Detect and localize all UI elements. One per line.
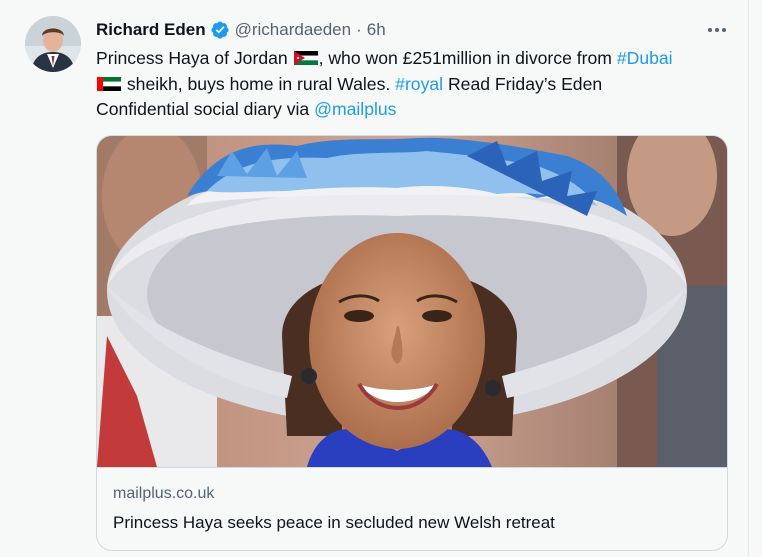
tweet-text: Princess Haya of Jordan , who won £251mi…: [96, 46, 736, 123]
card-title[interactable]: Princess Haya seeks peace in secluded ne…: [113, 513, 555, 533]
tweet-line-2: sheikh, buys home in rural Wales. #royal…: [96, 72, 736, 98]
uae-flag-icon: [97, 73, 121, 91]
tweet-line-3: Confidential social diary via @mailplus: [96, 97, 736, 123]
verified-badge-icon: [210, 20, 230, 40]
card-image: [97, 136, 727, 467]
tweet-text-segment: , who won £251million in divorce from: [318, 48, 617, 68]
more-options-icon[interactable]: [700, 20, 734, 40]
hashtag-dubai-link[interactable]: #Dubai: [617, 48, 673, 68]
card-divider: [97, 467, 727, 468]
tweet-text-segment: Confidential social diary via: [96, 99, 315, 119]
tweet-header: Richard Eden @richardaeden · 6h: [96, 18, 386, 42]
author-avatar[interactable]: [25, 16, 81, 72]
timeline-border: [748, 0, 749, 557]
tweet-text-segment: sheikh, buys home in rural Wales.: [122, 73, 396, 94]
avatar-photo: [25, 16, 81, 72]
mention-mailplus-link[interactable]: @mailplus: [314, 99, 396, 119]
tweet-text-segment: Read Friday’s Eden: [443, 73, 603, 94]
link-preview-card[interactable]: mailplus.co.uk Princess Haya seeks peace…: [96, 135, 728, 551]
card-domain: mailplus.co.uk: [113, 485, 215, 502]
author-name[interactable]: Richard Eden: [96, 20, 206, 40]
tweet-text-segment: Princess Haya of Jordan: [96, 48, 293, 68]
author-handle[interactable]: @richardaeden: [235, 20, 352, 40]
hashtag-royal-link[interactable]: #royal: [395, 74, 443, 94]
tweet[interactable]: Richard Eden @richardaeden · 6h Princess…: [0, 0, 750, 557]
jordan-flag-icon: [293, 47, 318, 65]
tweet-line-1: Princess Haya of Jordan , who won £251mi…: [96, 46, 736, 72]
separator-dot: ·: [356, 20, 362, 39]
tweet-timestamp[interactable]: 6h: [367, 20, 386, 40]
